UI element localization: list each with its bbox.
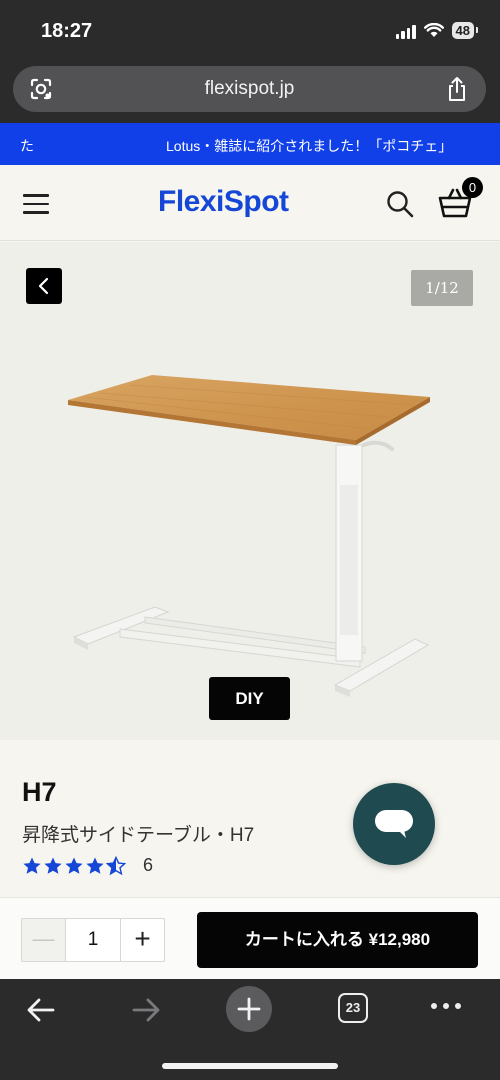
star-icon (44, 857, 62, 874)
add-to-cart-button[interactable]: カートに入れる ¥12,980 (197, 912, 478, 968)
back-arrow-icon[interactable] (25, 996, 57, 1024)
star-icon (86, 857, 104, 874)
review-count: 6 (143, 855, 154, 875)
chat-button[interactable] (353, 783, 435, 865)
tab-switcher-button[interactable]: 23 (338, 993, 368, 1023)
product-rating[interactable]: 6 (22, 855, 153, 876)
quantity-decrease-button[interactable]: — (22, 919, 66, 961)
chat-icon (375, 810, 413, 838)
more-options-icon[interactable] (431, 1003, 461, 1009)
search-icon[interactable] (385, 189, 415, 219)
new-tab-button[interactable] (226, 986, 272, 1032)
plus-icon (237, 997, 261, 1021)
chevron-left-icon (38, 277, 49, 295)
product-image (68, 375, 430, 697)
status-icons: 48 (395, 22, 479, 39)
site-logo[interactable]: FlexiSpot (158, 185, 289, 219)
quantity-increase-button[interactable]: + (120, 919, 164, 961)
site-header: FlexiSpot (0, 165, 500, 241)
star-icon (65, 857, 83, 874)
product-title: H7 (22, 777, 57, 807)
gallery-prev-button[interactable] (26, 268, 62, 304)
menu-icon[interactable] (23, 194, 49, 214)
announcement-prev-text: た (20, 138, 34, 154)
status-time: 18:27 (41, 20, 93, 42)
half-star-icon (106, 855, 126, 875)
address-bar[interactable]: flexispot.jp (13, 66, 486, 112)
browser-top-chrome: 18:27 48 flexispot.jp (0, 0, 500, 123)
browser-toolbar: 23 (0, 979, 500, 1080)
share-icon[interactable] (446, 76, 468, 102)
star-icon (23, 857, 41, 874)
diy-badge: DIY (209, 677, 290, 720)
purchase-bar: — 1 + カートに入れる ¥12,980 (0, 897, 500, 979)
url-text: flexispot.jp (204, 78, 295, 99)
cellular-signal-icon (395, 23, 416, 39)
forward-arrow-icon[interactable] (130, 996, 162, 1024)
announcement-bar[interactable]: た Lotus・雑誌に紹介されました！「ポコチェ」 (0, 123, 500, 165)
gallery-counter: 1/12 (411, 270, 473, 306)
product-gallery[interactable]: 1/12 DIY (0, 242, 500, 740)
quantity-stepper[interactable]: — 1 + (21, 918, 165, 962)
battery-indicator: 48 (451, 22, 479, 39)
quantity-value[interactable]: 1 (66, 919, 120, 961)
home-indicator (162, 1063, 338, 1069)
product-subtitle: 昇降式サイドテーブル・H7 (22, 825, 255, 846)
cart-count-badge: 0 (462, 177, 483, 198)
wifi-icon (423, 23, 444, 37)
announcement-text[interactable]: Lotus・雑誌に紹介されました！「ポコチェ」 (166, 136, 452, 156)
